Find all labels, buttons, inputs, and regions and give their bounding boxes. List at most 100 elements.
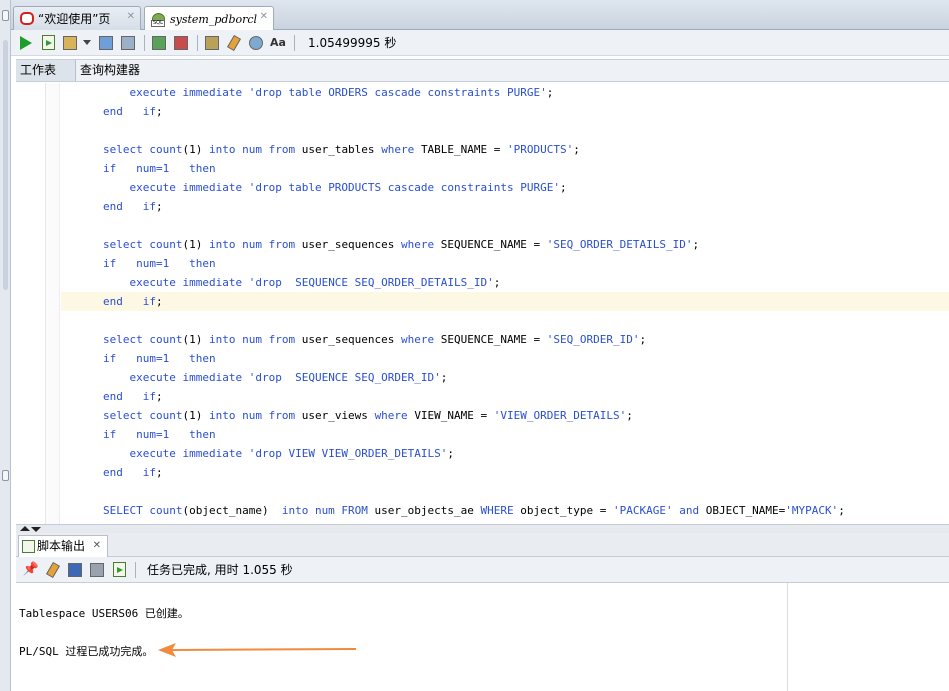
run-statement-button[interactable] (17, 34, 35, 52)
rollback-button[interactable] (172, 34, 190, 52)
freeze-pin-button[interactable]: 📌 (22, 561, 40, 579)
sql-history-button[interactable] (247, 34, 265, 52)
output-tab-strip: 脚本输出 ✕ (16, 533, 949, 557)
explain-plan-button[interactable] (97, 34, 115, 52)
explain-plan-icon (99, 35, 113, 50)
print-output-button[interactable] (88, 561, 106, 579)
code-token: execute immediate (129, 447, 249, 460)
tab-script-output[interactable]: 脚本输出 ✕ (18, 535, 109, 557)
code-token: end if (103, 466, 156, 479)
code-token: user_objects_ae (374, 504, 481, 517)
code-token: execute immediate (129, 181, 249, 194)
close-icon[interactable]: ✕ (93, 536, 101, 556)
arrow-up-icon[interactable] (20, 526, 30, 531)
collapse-marker-icon[interactable] (2, 470, 9, 481)
code-token: ; (546, 86, 554, 99)
unshared-worksheet-button[interactable] (203, 34, 221, 52)
chevron-down-icon[interactable] (83, 40, 91, 45)
code-token: end if (103, 200, 156, 213)
tab-worksheet[interactable]: system_pdborcl ✕ (144, 6, 274, 31)
text-case-icon: Aa (270, 36, 286, 49)
oracle-logo-icon (20, 12, 34, 25)
code-token: SEQUENCE_NAME = (440, 333, 547, 346)
clear-button[interactable] (225, 34, 243, 52)
code-line[interactable]: if num=1 then (61, 254, 949, 273)
code-line[interactable] (61, 482, 949, 501)
code-area[interactable]: execute immediate 'drop table ORDERS cas… (61, 83, 949, 520)
code-token: user_sequences (301, 238, 402, 251)
code-line[interactable]: end if; (61, 463, 949, 482)
code-line[interactable]: end if; (61, 292, 949, 311)
tab-worksheet-editor[interactable]: 工作表 (16, 60, 76, 81)
sql-tuning-button[interactable] (119, 34, 137, 52)
play-icon (20, 35, 32, 50)
code-line[interactable]: select count(1) into num from user_seque… (61, 330, 949, 349)
code-line[interactable]: if num=1 then (61, 349, 949, 368)
code-token: ; (155, 466, 163, 479)
code-line[interactable]: if num=1 then (61, 425, 949, 444)
tab-label: system_pdborcl (170, 12, 258, 26)
tab-label: 脚本输出 (37, 539, 86, 553)
code-token: select count (103, 238, 183, 251)
code-line[interactable]: end if; (61, 102, 949, 121)
commit-button[interactable] (150, 34, 168, 52)
rollback-icon (174, 35, 188, 50)
script-output-icon (112, 562, 126, 577)
code-line[interactable]: end if; (61, 387, 949, 406)
code-token: where (381, 143, 421, 156)
code-line[interactable]: select count(1) into num from user_seque… (61, 235, 949, 254)
code-line[interactable]: execute immediate 'drop SEQUENCE SEQ_ORD… (61, 368, 949, 387)
output-divider[interactable] (787, 583, 788, 691)
close-icon[interactable]: ✕ (127, 11, 135, 22)
code-token: into num from (208, 409, 302, 422)
code-token: select count (103, 409, 183, 422)
close-icon[interactable]: ✕ (260, 11, 268, 22)
code-token: select count (103, 333, 183, 346)
run-script-button[interactable] (39, 34, 57, 52)
arrow-down-icon[interactable] (31, 527, 41, 532)
worksheet-toolbar: Aa 1.05499995 秒 (11, 30, 949, 56)
code-line[interactable]: if num=1 then (61, 159, 949, 178)
collapse-marker-icon[interactable] (2, 10, 9, 21)
code-token: num=1 (136, 352, 190, 365)
sql-editor[interactable]: execute immediate 'drop table ORDERS cas… (16, 83, 949, 524)
code-token: user_views (301, 409, 375, 422)
script-output-area[interactable]: Tablespace USERS06 已创建。 PL/SQL 过程已成功完成。 (16, 583, 949, 691)
format-case-button[interactable]: Aa (269, 34, 287, 52)
tab-welcome[interactable]: “欢迎使用”页 ✕ (13, 6, 141, 30)
clear-output-button[interactable] (44, 561, 62, 579)
code-line[interactable]: execute immediate 'drop table PRODUCTS c… (61, 178, 949, 197)
code-token: ; (838, 504, 845, 517)
code-line[interactable]: execute immediate 'drop SEQUENCE SEQ_ORD… (61, 273, 949, 292)
open-output-button[interactable] (110, 561, 128, 579)
autotrace-button[interactable] (61, 34, 79, 52)
code-token: OBJECT_NAME= (705, 504, 786, 517)
code-token: TABLE_NAME = (420, 143, 508, 156)
code-token: 'VIEW_ORDER_DETAILS' (493, 409, 627, 422)
code-line[interactable]: SELECT count(object_name) into num FROM … (61, 501, 949, 520)
pin-icon: 📌 (22, 562, 40, 577)
code-line[interactable] (61, 216, 949, 235)
sql-connection-icon (151, 12, 165, 27)
save-output-button[interactable] (66, 561, 84, 579)
tab-query-builder[interactable]: 查询构建器 (76, 60, 144, 81)
side-scrollbar[interactable] (3, 40, 8, 290)
magnifier-icon (121, 35, 135, 50)
code-line[interactable]: end if; (61, 197, 949, 216)
document-tab-strip: “欢迎使用”页 ✕ system_pdborcl ✕ (11, 0, 949, 31)
code-token: ; (155, 200, 163, 213)
tab-label: “欢迎使用”页 (38, 12, 111, 26)
panel-splitter[interactable] (16, 524, 949, 533)
code-line[interactable] (61, 311, 949, 330)
code-line[interactable]: select count(1) into num from user_views… (61, 406, 949, 425)
code-token: 'PRODUCTS' (507, 143, 574, 156)
code-line[interactable]: select count(1) into num from user_table… (61, 140, 949, 159)
save-icon (68, 562, 82, 577)
code-line[interactable]: execute immediate 'drop VIEW VIEW_ORDER_… (61, 444, 949, 463)
left-panel-strip (0, 0, 11, 691)
code-token: select count (103, 143, 183, 156)
code-line[interactable]: execute immediate 'drop table ORDERS cas… (61, 83, 949, 102)
code-line[interactable] (61, 121, 949, 140)
